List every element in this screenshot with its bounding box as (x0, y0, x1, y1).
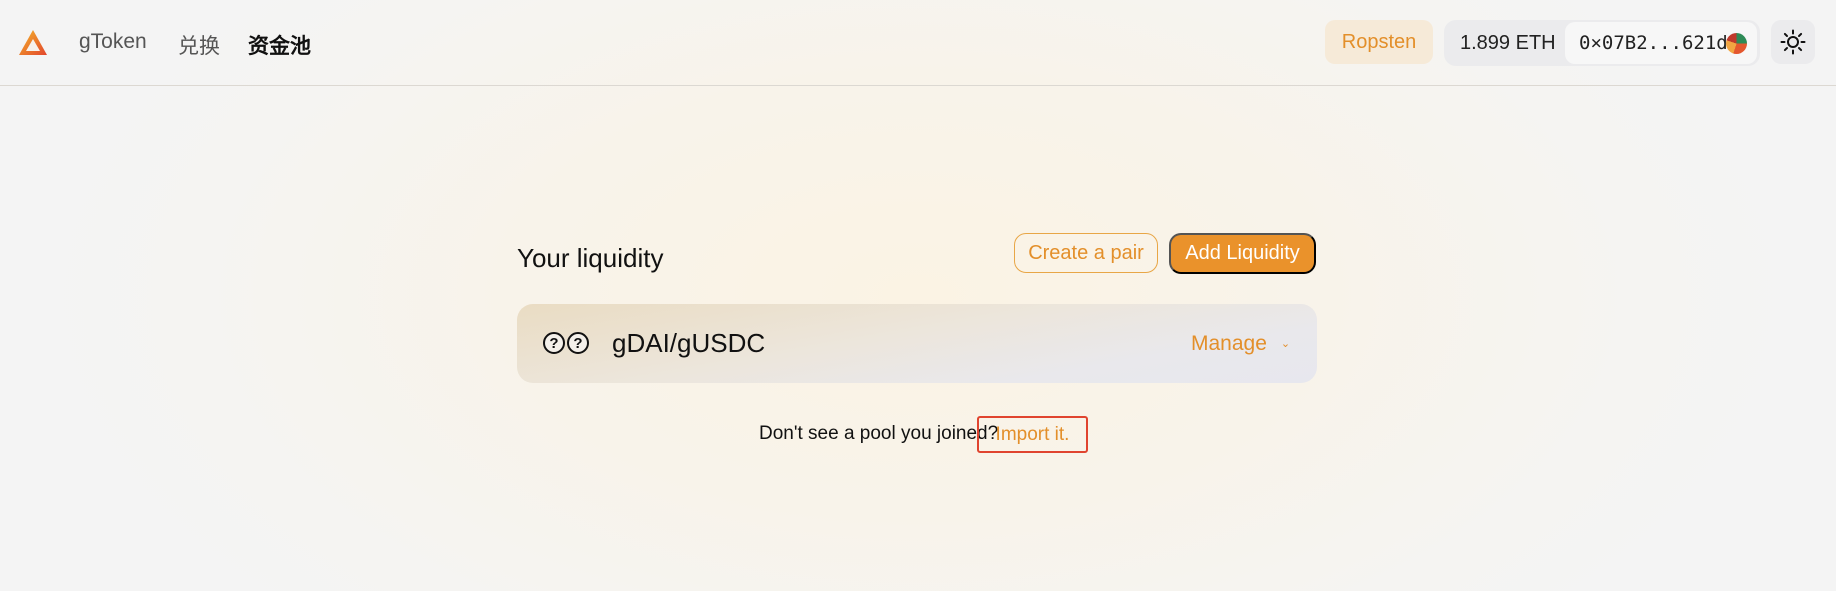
pool-card[interactable]: ? ? gDAI/gUSDC Manage ⌄ (517, 304, 1317, 383)
network-button[interactable]: Ropsten (1325, 20, 1433, 64)
import-prompt: Don't see a pool you joined? (759, 423, 999, 444)
triangle-logo-icon[interactable] (18, 29, 48, 57)
eth-balance: 1.899 ETH (1460, 31, 1556, 54)
nav-gtoken[interactable]: gToken (79, 30, 147, 54)
sun-icon (1780, 29, 1806, 55)
add-liquidity-button[interactable]: Add Liquidity (1169, 233, 1316, 274)
page-title: Your liquidity (517, 243, 664, 273)
unknown-token-icon: ? (567, 332, 589, 354)
avatar (1726, 33, 1747, 54)
pool-pair-name: gDAI/gUSDC (612, 328, 766, 358)
manage-label: Manage (1191, 331, 1267, 355)
chevron-down-icon: ⌄ (1280, 338, 1291, 350)
manage-button[interactable]: Manage ⌄ (1191, 304, 1290, 383)
wallet-panel: 1.899 ETH 0×07B2...621d (1444, 20, 1760, 66)
account-button[interactable]: 0×07B2...621d (1565, 22, 1757, 64)
token-pair-icons: ? ? (543, 332, 591, 356)
unknown-token-icon: ? (543, 332, 565, 354)
nav-swap[interactable]: 兑换 (178, 30, 220, 60)
top-navbar: gToken 兑换 资金池 Ropsten 1.899 ETH 0×07B2..… (0, 0, 1836, 86)
import-pool-link[interactable]: Import it. (977, 416, 1088, 453)
account-address: 0×07B2...621d (1579, 32, 1728, 54)
nav-pool[interactable]: 资金池 (248, 30, 311, 60)
theme-toggle-button[interactable] (1771, 20, 1815, 64)
create-pair-button[interactable]: Create a pair (1014, 233, 1158, 273)
